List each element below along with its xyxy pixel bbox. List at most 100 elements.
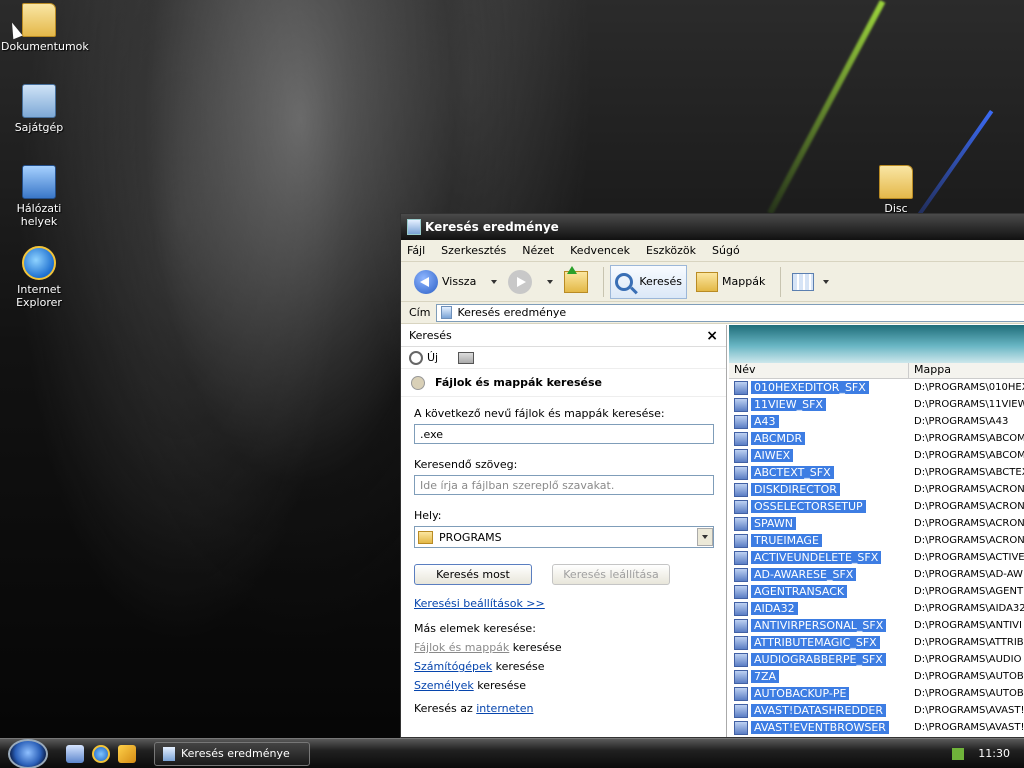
result-row[interactable]: AD-AWARESE_SFX D:\PROGRAMS\AD-AW (729, 566, 1024, 583)
result-folder: D:\PROGRAMS\ABCOM (914, 450, 1024, 461)
result-row[interactable]: ACTIVEUNDELETE_SFX D:\PROGRAMS\ACTIVE (729, 549, 1024, 566)
window-titlebar[interactable]: Keresés eredménye (401, 214, 1024, 240)
views-button[interactable] (787, 265, 840, 299)
result-row[interactable]: AVAST!DATASHREDDER D:\PROGRAMS\AVAST! (729, 702, 1024, 719)
result-row[interactable]: AUDIOGRABBERPE_SFX D:\PROGRAMS\AUDIO (729, 651, 1024, 668)
search-results-window: Keresés eredménye Fájl Szerkesztés Nézet… (400, 213, 1024, 738)
result-name-cell: ATTRIBUTEMAGIC_SFX (729, 635, 909, 650)
up-folder-icon (564, 265, 589, 293)
start-button[interactable] (8, 738, 48, 768)
result-name-cell: 010HEXEDITOR_SFX (729, 380, 909, 395)
help-book-icon[interactable] (458, 351, 475, 364)
computer-icon (22, 84, 56, 118)
search-button[interactable]: Keresés (610, 264, 688, 299)
result-row[interactable]: OSSELECTORSETUP D:\PROGRAMS\ACRON (729, 498, 1024, 515)
back-button[interactable]: Vissza (409, 265, 481, 299)
result-row[interactable]: 11VIEW_SFX D:\PROGRAMS\11VIEW (729, 396, 1024, 413)
toolbar: Vissza Keresés Mappák (401, 262, 1024, 302)
filename-input[interactable] (414, 424, 714, 444)
forward-button[interactable] (503, 265, 537, 299)
computers-link[interactable]: Számítógépek (414, 660, 492, 673)
result-row[interactable]: ANTIVIRPERSONAL_SFX D:\PROGRAMS\ANTIVI (729, 617, 1024, 634)
other-search-suffix: keresése (509, 641, 562, 654)
forward-dropdown-icon[interactable] (547, 279, 554, 284)
desktop-icon-my-computer[interactable]: Sajátgép (1, 84, 77, 134)
files-folders-link[interactable]: Fájlok és mappák (414, 641, 509, 654)
result-row[interactable]: ABCTEXT_SFX D:\PROGRAMS\ABCTEX (729, 464, 1024, 481)
result-name: 11VIEW_SFX (751, 398, 826, 411)
result-row[interactable]: DISKDIRECTOR D:\PROGRAMS\ACRON (729, 481, 1024, 498)
location-select[interactable]: PROGRAMS (414, 526, 714, 548)
other-search-suffix: keresése (492, 660, 545, 673)
program-icon (734, 584, 748, 599)
menu-help[interactable]: Súgó (712, 244, 740, 257)
search-options-link[interactable]: Keresési beállítások >> (414, 597, 545, 610)
menu-tools[interactable]: Eszközök (646, 244, 696, 257)
search-text-input[interactable] (414, 475, 714, 495)
result-name: ATTRIBUTEMAGIC_SFX (751, 636, 880, 649)
result-row[interactable]: A43 D:\PROGRAMS\A43 (729, 413, 1024, 430)
close-icon[interactable]: × (706, 328, 718, 344)
result-row[interactable]: AIDA32 D:\PROGRAMS\AIDA32 (729, 600, 1024, 617)
stop-search-button[interactable]: Keresés leállítása (552, 564, 670, 585)
result-row[interactable]: AVAST!EVENTBROWSER D:\PROGRAMS\AVAST! (729, 719, 1024, 736)
result-folder: D:\PROGRAMS\010HEX (914, 382, 1024, 393)
result-name: OSSELECTORSETUP (751, 500, 866, 513)
address-value: Keresés eredménye (457, 306, 567, 319)
address-bar: Cím Keresés eredménye (401, 302, 1024, 324)
network-tray-icon[interactable] (952, 747, 965, 760)
desktop-icon-network[interactable]: Hálózati helyek (1, 165, 77, 228)
new-search-button[interactable]: Új (427, 351, 438, 364)
result-name: AIDA32 (751, 602, 798, 615)
column-name[interactable]: Név (729, 363, 909, 378)
address-field[interactable]: Keresés eredménye (436, 303, 1024, 322)
search-pane-title: Keresés (409, 329, 452, 342)
folder-icon (879, 165, 913, 199)
result-row[interactable]: SPAWN D:\PROGRAMS\ACRON (729, 515, 1024, 532)
result-folder: D:\PROGRAMS\ATTRIB (914, 637, 1024, 648)
ie-icon (22, 246, 56, 280)
result-folder: D:\PROGRAMS\ACRON (914, 501, 1024, 512)
result-row[interactable]: AUTOBACKUP-PE D:\PROGRAMS\AUTOB (729, 685, 1024, 702)
back-dropdown-icon[interactable] (491, 279, 498, 284)
result-row[interactable]: AIWEX D:\PROGRAMS\ABCOM (729, 447, 1024, 464)
system-tray: 11:30 (952, 747, 1024, 760)
result-row[interactable]: TRUEIMAGE D:\PROGRAMS\ACRON (729, 532, 1024, 549)
folders-button[interactable]: Mappák (691, 265, 770, 299)
result-row[interactable]: AGENTRANSACK D:\PROGRAMS\AGENT (729, 583, 1024, 600)
desktop-icon-label: Sajátgép (14, 121, 64, 134)
search-now-button[interactable]: Keresés most (414, 564, 532, 585)
menu-view[interactable]: Nézet (522, 244, 554, 257)
result-name: AVAST!EVENTBROWSER (751, 721, 889, 734)
internet-link[interactable]: interneten (476, 702, 533, 715)
program-icon (734, 448, 748, 463)
result-name: TRUEIMAGE (751, 534, 822, 547)
program-icon (734, 482, 748, 497)
column-folder[interactable]: Mappa (909, 363, 1024, 378)
quick-launch (66, 744, 144, 763)
taskbar-button-search-results[interactable]: Keresés eredménye (154, 741, 310, 766)
result-row[interactable]: 010HEXEDITOR_SFX D:\PROGRAMS\010HEX (729, 379, 1024, 396)
show-desktop-icon[interactable] (66, 744, 84, 763)
desktop-icon-internet-explorer[interactable]: Internet Explorer (1, 246, 77, 309)
result-row[interactable]: ABCMDR D:\PROGRAMS\ABCOM (729, 430, 1024, 447)
up-folder-button[interactable] (559, 265, 593, 299)
menu-edit[interactable]: Szerkesztés (441, 244, 506, 257)
result-name-cell: AUTOBACKUP-PE (729, 686, 909, 701)
menu-favorites[interactable]: Kedvencek (570, 244, 630, 257)
people-link[interactable]: Személyek (414, 679, 474, 692)
media-icon[interactable] (118, 744, 136, 763)
result-row[interactable]: ATTRIBUTEMAGIC_SFX D:\PROGRAMS\ATTRIB (729, 634, 1024, 651)
result-name-cell: 11VIEW_SFX (729, 397, 909, 412)
menu-file[interactable]: Fájl (407, 244, 425, 257)
back-arrow-icon (414, 269, 438, 294)
result-name: ABCTEXT_SFX (751, 466, 834, 479)
ie-icon[interactable] (92, 744, 110, 763)
location-value: PROGRAMS (439, 530, 502, 544)
result-row[interactable]: 7ZA D:\PROGRAMS\AUTOB (729, 668, 1024, 685)
dropdown-arrow-icon[interactable] (697, 528, 713, 546)
desktop-icon-label: Internet Explorer (16, 283, 62, 309)
program-icon (734, 567, 748, 582)
clock[interactable]: 11:30 (978, 747, 1010, 760)
result-folder: D:\PROGRAMS\ABCOM (914, 433, 1024, 444)
